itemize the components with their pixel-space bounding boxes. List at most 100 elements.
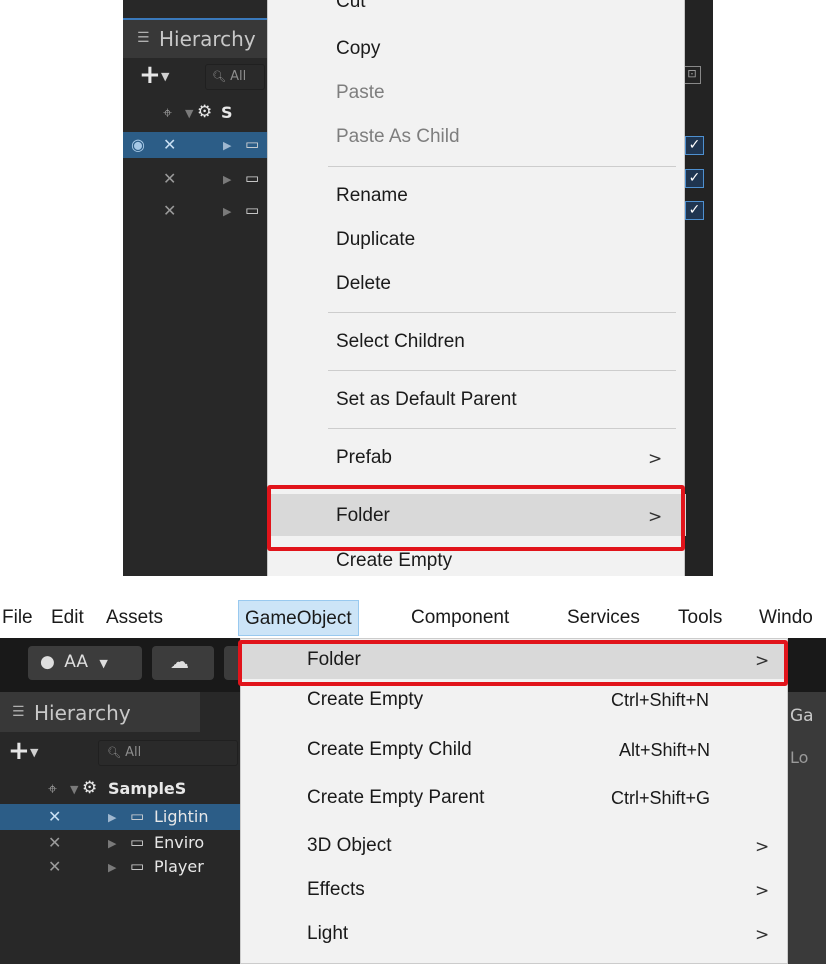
- expand-arrow-icon[interactable]: ▶: [108, 837, 116, 850]
- expand-arrow-icon[interactable]: ▼: [185, 107, 193, 120]
- menu-item-set-default-parent[interactable]: Set as Default Parent: [336, 389, 517, 411]
- account-label: AA: [64, 652, 88, 672]
- top-screenshot-panel: ☰ Hierarchy + ▼ 🔍︎ All ⌖ ▼ ⚙ S ◉ ✕ ▶ ▭ ✕…: [123, 0, 713, 576]
- menu-item-prefab[interactable]: Prefab: [336, 447, 392, 469]
- submenu-arrow-icon: >: [755, 925, 770, 945]
- add-icon[interactable]: +: [139, 62, 161, 88]
- hierarchy-list-icon: ☰: [137, 30, 150, 46]
- cloud-icon: ☁: [170, 651, 189, 673]
- search-input[interactable]: 🔍︎ All: [98, 740, 238, 766]
- layout-field[interactable]: Lo: [790, 748, 808, 767]
- hierarchy-title: Hierarchy: [159, 27, 256, 51]
- account-button[interactable]: ● AA ▼: [28, 646, 142, 680]
- folder-icon: ▭: [130, 857, 145, 875]
- submenu-arrow-icon: >: [755, 837, 770, 857]
- user-icon: ●: [40, 652, 55, 672]
- chevron-down-icon[interactable]: ▼: [30, 746, 38, 759]
- menu-item-duplicate[interactable]: Duplicate: [336, 229, 415, 251]
- menu-item-3d-object[interactable]: 3D Object: [307, 835, 391, 857]
- shortcut-label: Alt+Shift+N: [619, 740, 711, 760]
- menu-item-create-empty-parent[interactable]: Create Empty Parent: [307, 787, 484, 809]
- menu-separator: [328, 428, 676, 429]
- menu-item-effects[interactable]: Effects: [307, 879, 365, 901]
- menubar-window[interactable]: Windo: [759, 607, 813, 629]
- pick-disabled-icon[interactable]: ✕: [163, 135, 176, 154]
- menu-item-paste-as-child: Paste As Child: [336, 126, 460, 147]
- menu-separator: [328, 370, 676, 371]
- expand-arrow-icon[interactable]: ▶: [108, 861, 116, 874]
- menubar-tools[interactable]: Tools: [678, 607, 722, 629]
- pick-disabled-icon[interactable]: ✕: [163, 201, 176, 220]
- highlight-annotation-box: [238, 640, 788, 686]
- active-checkbox[interactable]: ✓: [685, 136, 704, 155]
- folder-icon: ▭: [245, 169, 260, 187]
- highlight-annotation-box: [267, 485, 685, 551]
- unity-scene-icon: ⚙: [197, 102, 213, 122]
- unity-editor: ● AA ▼ ☁ ☰ Hierarchy + ▼ 🔍︎ All ⌖ ▼ ⚙ Sa…: [0, 638, 826, 964]
- eye-icon[interactable]: ◉: [131, 135, 145, 154]
- hierarchy-tab[interactable]: ☰ Hierarchy: [0, 692, 200, 732]
- menu-item-create-empty-child[interactable]: Create Empty Child: [307, 739, 472, 761]
- search-icon: 🔍︎: [107, 746, 121, 759]
- unity-scene-icon: ⚙: [82, 778, 98, 798]
- pick-disabled-icon[interactable]: ✕: [163, 169, 176, 188]
- menubar-gameobject[interactable]: GameObject: [238, 600, 359, 636]
- menu-item-paste: Paste: [336, 82, 385, 103]
- active-checkbox[interactable]: ✓: [685, 169, 704, 188]
- shortcut-label: Ctrl+Shift+G: [611, 788, 711, 808]
- cloud-button[interactable]: ☁: [152, 646, 214, 680]
- expand-arrow-icon[interactable]: ▶: [223, 139, 231, 152]
- expand-arrow-icon[interactable]: ▼: [70, 783, 78, 796]
- search-input[interactable]: 🔍︎ All: [205, 64, 265, 90]
- expand-arrow-icon[interactable]: ▶: [108, 811, 116, 824]
- submenu-arrow-icon: >: [755, 881, 770, 901]
- pick-disabled-icon[interactable]: ✕: [48, 833, 61, 852]
- menu-item-create-empty[interactable]: Create Empty: [307, 689, 423, 711]
- menu-item-rename[interactable]: Rename: [336, 185, 408, 207]
- chevron-down-icon[interactable]: ▼: [161, 70, 169, 83]
- expand-arrow-icon[interactable]: ▶: [223, 205, 231, 218]
- add-icon[interactable]: +: [8, 738, 30, 764]
- active-checkbox[interactable]: ✓: [685, 201, 704, 220]
- scene-name: SampleS: [108, 779, 187, 798]
- gameobject-menu: Folder > Create Empty Ctrl+Shift+N Creat…: [240, 638, 788, 964]
- menu-item-create-empty[interactable]: Create Empty: [336, 550, 452, 572]
- menubar-component[interactable]: Component: [411, 607, 509, 629]
- game-tab[interactable]: Ga: [790, 706, 826, 736]
- menu-item-light[interactable]: Light: [307, 923, 348, 945]
- pick-toggle-icon[interactable]: ⌖: [163, 103, 172, 123]
- menubar-services[interactable]: Services: [567, 607, 640, 629]
- menubar-assets[interactable]: Assets: [106, 607, 163, 629]
- hierarchy-list-icon: ☰: [12, 704, 25, 720]
- row-label: Player: [154, 857, 204, 876]
- folder-icon: ▭: [245, 135, 260, 153]
- bottom-screenshot-panel: File Edit Assets GameObject Component Se…: [0, 598, 826, 964]
- search-icon: 🔍︎: [212, 70, 226, 83]
- folder-icon: ▭: [245, 201, 260, 219]
- menu-bar: File Edit Assets GameObject Component Se…: [0, 598, 826, 638]
- menu-separator: [328, 166, 676, 167]
- menu-item-cut[interactable]: Cut: [336, 0, 366, 13]
- hierarchy-title: Hierarchy: [34, 701, 131, 725]
- shortcut-label: Ctrl+Shift+N: [611, 690, 710, 710]
- submenu-arrow-icon: >: [648, 449, 663, 469]
- lock-toggle-icon[interactable]: ⊡: [683, 66, 701, 84]
- pick-disabled-icon[interactable]: ✕: [48, 857, 61, 876]
- search-placeholder: All: [125, 745, 142, 760]
- chevron-down-icon: ▼: [99, 657, 108, 670]
- menubar-file[interactable]: File: [2, 607, 33, 629]
- menubar-edit[interactable]: Edit: [51, 607, 84, 629]
- search-placeholder: All: [230, 69, 247, 84]
- menu-item-copy[interactable]: Copy: [336, 38, 380, 60]
- scene-label: S: [221, 103, 233, 122]
- folder-icon: ▭: [130, 833, 145, 851]
- row-label: Enviro: [154, 833, 205, 852]
- folder-icon: ▭: [130, 807, 145, 825]
- menu-item-select-children[interactable]: Select Children: [336, 331, 465, 353]
- menu-item-delete[interactable]: Delete: [336, 273, 391, 295]
- row-label: Lightin: [154, 807, 209, 826]
- pick-disabled-icon[interactable]: ✕: [48, 807, 61, 826]
- expand-arrow-icon[interactable]: ▶: [223, 173, 231, 186]
- menu-separator: [328, 312, 676, 313]
- pick-toggle-icon[interactable]: ⌖: [48, 779, 57, 799]
